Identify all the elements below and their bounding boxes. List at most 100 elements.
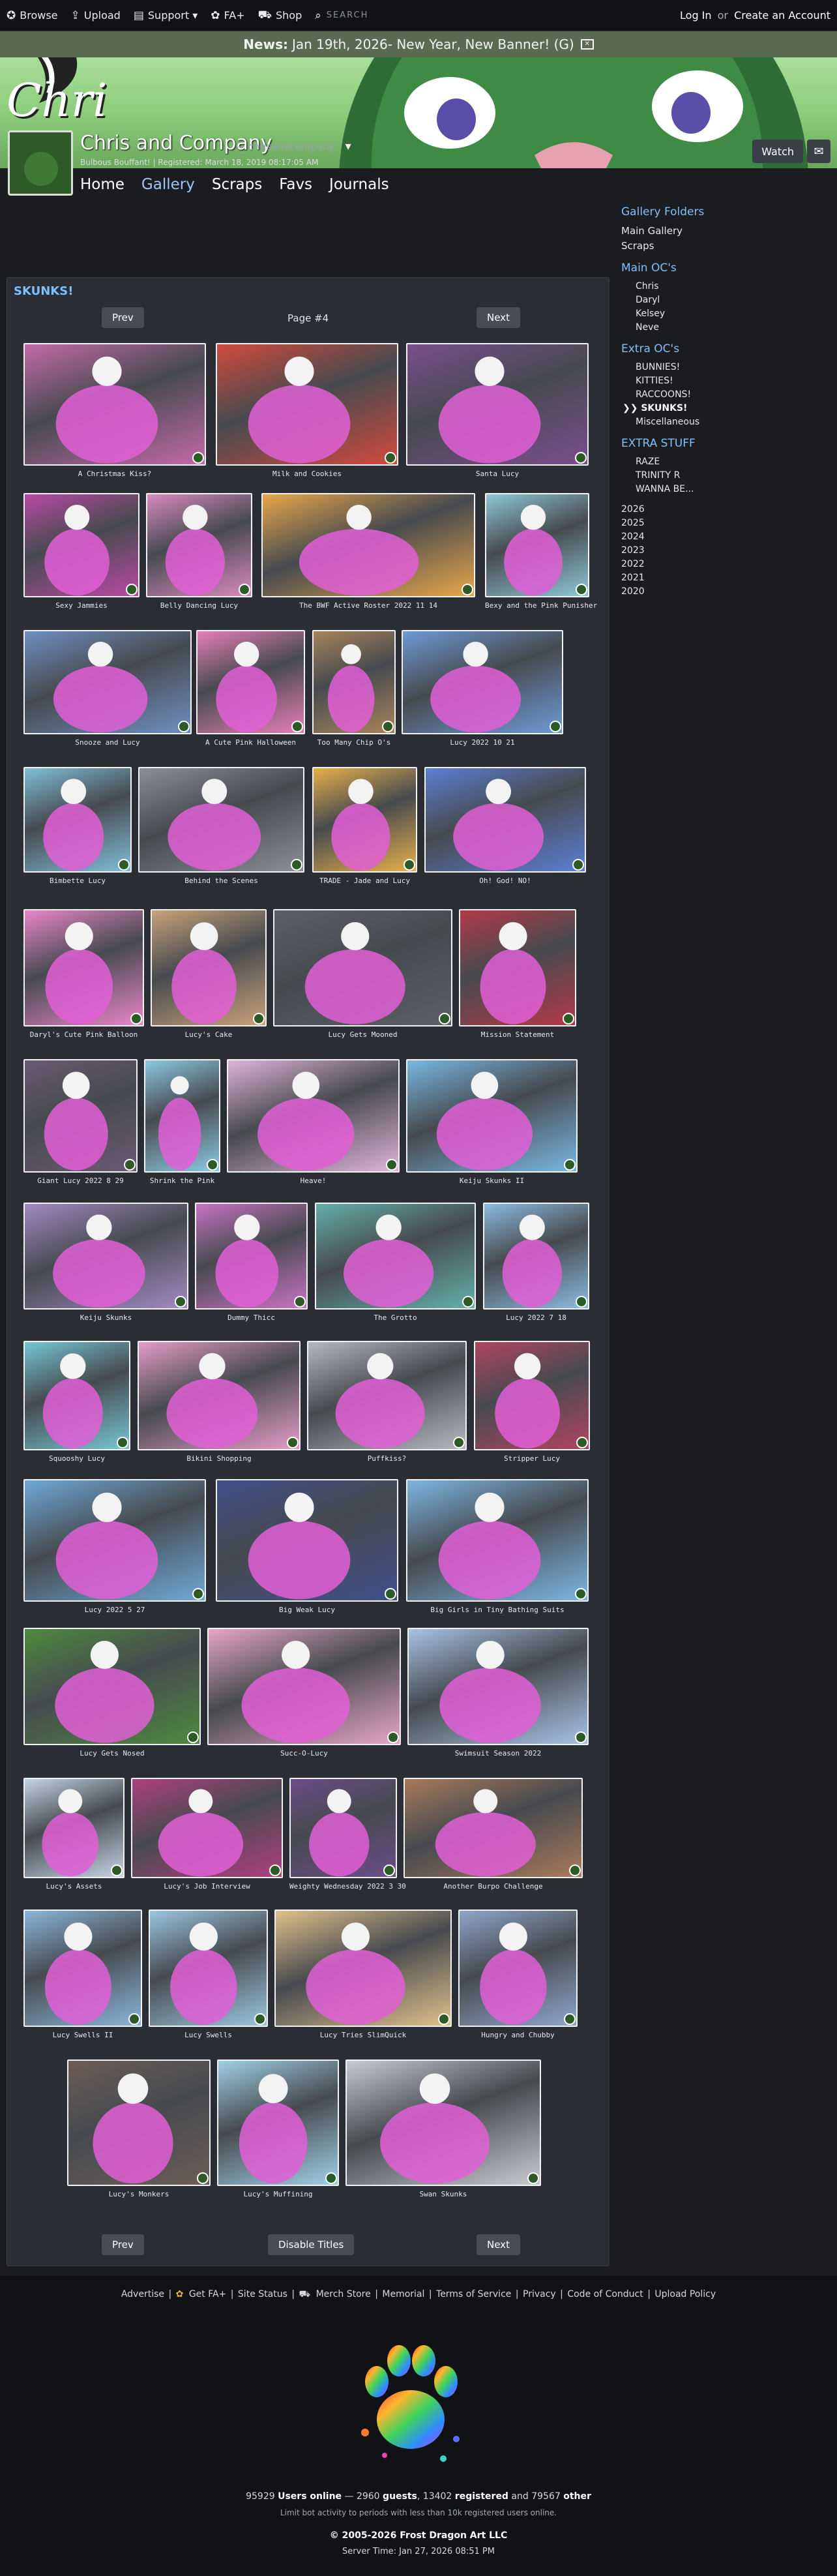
thumbnail-title[interactable]: Heave! bbox=[227, 1176, 400, 1185]
footer-link-get-fa-plus[interactable]: Get FA+ bbox=[189, 2289, 226, 2299]
thumbnail-image[interactable] bbox=[151, 909, 267, 1026]
sidebar-item-daryl[interactable]: Daryl bbox=[621, 295, 830, 305]
thumbnail-image[interactable] bbox=[406, 1059, 578, 1173]
thumbnail-title[interactable]: Bikini Shopping bbox=[138, 1454, 301, 1463]
gallery-thumbnail[interactable]: Lucy 2022 10 21 bbox=[402, 630, 563, 749]
thumbnail-image[interactable] bbox=[273, 909, 452, 1026]
thumbnail-title[interactable]: Lucy's Monkers bbox=[67, 2190, 211, 2198]
thumbnail-title[interactable]: Lucy's Cake bbox=[151, 1030, 267, 1039]
gallery-thumbnail[interactable]: Another Burpo Challenge bbox=[404, 1778, 583, 1893]
gallery-thumbnail[interactable]: A Christmas Kiss? bbox=[23, 343, 206, 480]
thumbnail-title[interactable]: Snooze and Lucy bbox=[23, 738, 192, 747]
avatar[interactable] bbox=[8, 130, 73, 196]
thumbnail-title[interactable]: Mission Statement bbox=[459, 1030, 576, 1039]
thumbnail-image[interactable] bbox=[345, 2059, 541, 2186]
thumbnail-title[interactable]: Lucy Swells II bbox=[23, 2031, 142, 2039]
thumbnail-image[interactable] bbox=[23, 630, 192, 734]
thumbnail-image[interactable] bbox=[424, 767, 586, 873]
thumbnail-image[interactable] bbox=[23, 1059, 138, 1173]
thumbnail-image[interactable] bbox=[23, 767, 132, 873]
thumbnail-title[interactable]: Santa Lucy bbox=[406, 470, 589, 478]
next-button-bottom[interactable]: Next bbox=[477, 2234, 520, 2255]
thumbnail-title[interactable]: Belly Dancing Lucy bbox=[146, 601, 252, 610]
disable-titles-button[interactable]: Disable Titles bbox=[268, 2234, 355, 2255]
gallery-thumbnail[interactable]: Keiju Skunks II bbox=[406, 1059, 578, 1187]
footer-link-terms[interactable]: Terms of Service bbox=[436, 2289, 511, 2299]
thumbnail-image[interactable] bbox=[312, 630, 396, 734]
gallery-thumbnail[interactable]: Belly Dancing Lucy bbox=[146, 493, 252, 612]
gallery-thumbnail[interactable]: Weighty Wednesday 2022 3 30 bbox=[289, 1778, 406, 1893]
thumbnail-image[interactable] bbox=[274, 1910, 452, 2027]
login-link[interactable]: Log In bbox=[680, 9, 712, 22]
sidebar-item-main-gallery[interactable]: Main Gallery bbox=[621, 225, 830, 237]
thumbnail-title[interactable]: Lucy Gets Mooned bbox=[273, 1030, 452, 1039]
gallery-thumbnail[interactable]: Lucy Swells II bbox=[23, 1910, 142, 2041]
search-link[interactable]: ⌕ SEARCH bbox=[315, 9, 368, 22]
thumbnail-image[interactable] bbox=[216, 1479, 398, 1602]
gallery-thumbnail[interactable]: Lucy Gets Mooned bbox=[273, 909, 452, 1041]
thumbnail-image[interactable] bbox=[483, 1203, 589, 1310]
thumbnail-image[interactable] bbox=[23, 493, 140, 597]
tab-scraps[interactable]: Scraps bbox=[212, 176, 262, 193]
shop-link[interactable]: ⛟ Shop bbox=[258, 8, 302, 23]
footer-link-merch-store[interactable]: Merch Store bbox=[316, 2289, 371, 2299]
thumbnail-title[interactable]: Big Girls in Tiny Bathing Suits bbox=[406, 1606, 589, 1614]
gallery-thumbnail[interactable]: Puffkiss? bbox=[307, 1341, 467, 1465]
thumbnail-image[interactable] bbox=[217, 2059, 339, 2186]
gallery-thumbnail[interactable]: Lucy's Monkers bbox=[67, 2059, 211, 2200]
dismiss-icon[interactable]: ✕ bbox=[580, 39, 594, 50]
thumbnail-image[interactable] bbox=[207, 1628, 401, 1745]
news-banner[interactable]: News: Jan 19th, 2026- New Year, New Bann… bbox=[0, 31, 837, 57]
gallery-thumbnail[interactable]: TRADE - Jade and Lucy bbox=[312, 767, 417, 887]
thumbnail-image[interactable] bbox=[23, 1778, 125, 1878]
gallery-thumbnail[interactable]: Daryl's Cute Pink Balloon bbox=[23, 909, 144, 1041]
thumbnail-title[interactable]: Lucy Gets Nosed bbox=[23, 1749, 201, 1758]
sidebar-year-2024[interactable]: 2024 bbox=[621, 532, 830, 542]
gallery-thumbnail[interactable]: Swan Skunks bbox=[345, 2059, 541, 2200]
thumbnail-title[interactable]: Lucy 2022 5 27 bbox=[23, 1606, 206, 1614]
gallery-thumbnail[interactable]: Lucy's Muffining bbox=[217, 2059, 339, 2200]
sidebar-year-2020[interactable]: 2020 bbox=[621, 586, 830, 597]
gallery-thumbnail[interactable]: Lucy's Cake bbox=[151, 909, 267, 1041]
gallery-thumbnail[interactable]: Oh! God! NO! bbox=[424, 767, 586, 887]
gallery-thumbnail[interactable]: Succ-O-Lucy bbox=[207, 1628, 401, 1760]
thumbnail-title[interactable]: Oh! God! NO! bbox=[424, 876, 586, 885]
thumbnail-title[interactable]: Lucy Tries SlimQuick bbox=[274, 2031, 452, 2039]
thumbnail-title[interactable]: Giant Lucy 2022 8 29 bbox=[23, 1176, 138, 1185]
thumbnail-image[interactable] bbox=[146, 493, 252, 597]
sidebar-year-2021[interactable]: 2021 bbox=[621, 573, 830, 583]
gallery-thumbnail[interactable]: Swimsuit Season 2022 bbox=[407, 1628, 589, 1760]
thumbnail-title[interactable]: A Cute Pink Halloween bbox=[196, 738, 305, 747]
thumbnail-image[interactable] bbox=[23, 1203, 188, 1310]
sidebar-item-kelsey[interactable]: Kelsey bbox=[621, 308, 830, 319]
tab-journals[interactable]: Journals bbox=[329, 176, 389, 193]
thumbnail-image[interactable] bbox=[404, 1778, 583, 1878]
thumbnail-image[interactable] bbox=[23, 1341, 130, 1450]
thumbnail-title[interactable]: Bimbette Lucy bbox=[23, 876, 132, 885]
gallery-thumbnail[interactable]: The BWF Active Roster 2022 11 14 bbox=[261, 493, 475, 612]
thumbnail-image[interactable] bbox=[196, 630, 305, 734]
gallery-thumbnail[interactable]: Big Weak Lucy bbox=[216, 1479, 398, 1616]
thumbnail-title[interactable]: Daryl's Cute Pink Balloon bbox=[23, 1030, 144, 1039]
thumbnail-title[interactable]: Lucy's Assets bbox=[23, 1882, 125, 1891]
thumbnail-image[interactable] bbox=[307, 1341, 467, 1450]
thumbnail-image[interactable] bbox=[23, 343, 206, 466]
gallery-thumbnail[interactable]: Lucy Gets Nosed bbox=[23, 1628, 201, 1760]
sidebar-item-scraps[interactable]: Scraps bbox=[621, 240, 830, 252]
gallery-thumbnail[interactable]: Sexy Jammies bbox=[23, 493, 140, 612]
sidebar-item-skunks[interactable]: ❯❯ SKUNKS! bbox=[621, 403, 830, 413]
gallery-thumbnail[interactable]: Heave! bbox=[227, 1059, 400, 1187]
footer-link-code-of-conduct[interactable]: Code of Conduct bbox=[567, 2289, 643, 2299]
thumbnail-image[interactable] bbox=[149, 1910, 268, 2027]
gallery-thumbnail[interactable]: Mission Statement bbox=[459, 909, 576, 1041]
gallery-thumbnail[interactable]: Lucy's Assets bbox=[23, 1778, 125, 1893]
thumbnail-title[interactable]: TRADE - Jade and Lucy bbox=[312, 876, 417, 885]
gallery-thumbnail[interactable]: Keiju Skunks bbox=[23, 1203, 188, 1324]
thumbnail-title[interactable]: Big Weak Lucy bbox=[216, 1606, 398, 1614]
footer-link-site-status[interactable]: Site Status bbox=[238, 2289, 287, 2299]
sidebar-item-kitties[interactable]: KITTIES! bbox=[621, 376, 830, 386]
thumbnail-title[interactable]: Keiju Skunks II bbox=[406, 1176, 578, 1185]
thumbnail-image[interactable] bbox=[474, 1341, 590, 1450]
thumbnail-image[interactable] bbox=[138, 767, 304, 873]
thumbnail-title[interactable]: Weighty Wednesday 2022 3 30 bbox=[289, 1882, 406, 1891]
